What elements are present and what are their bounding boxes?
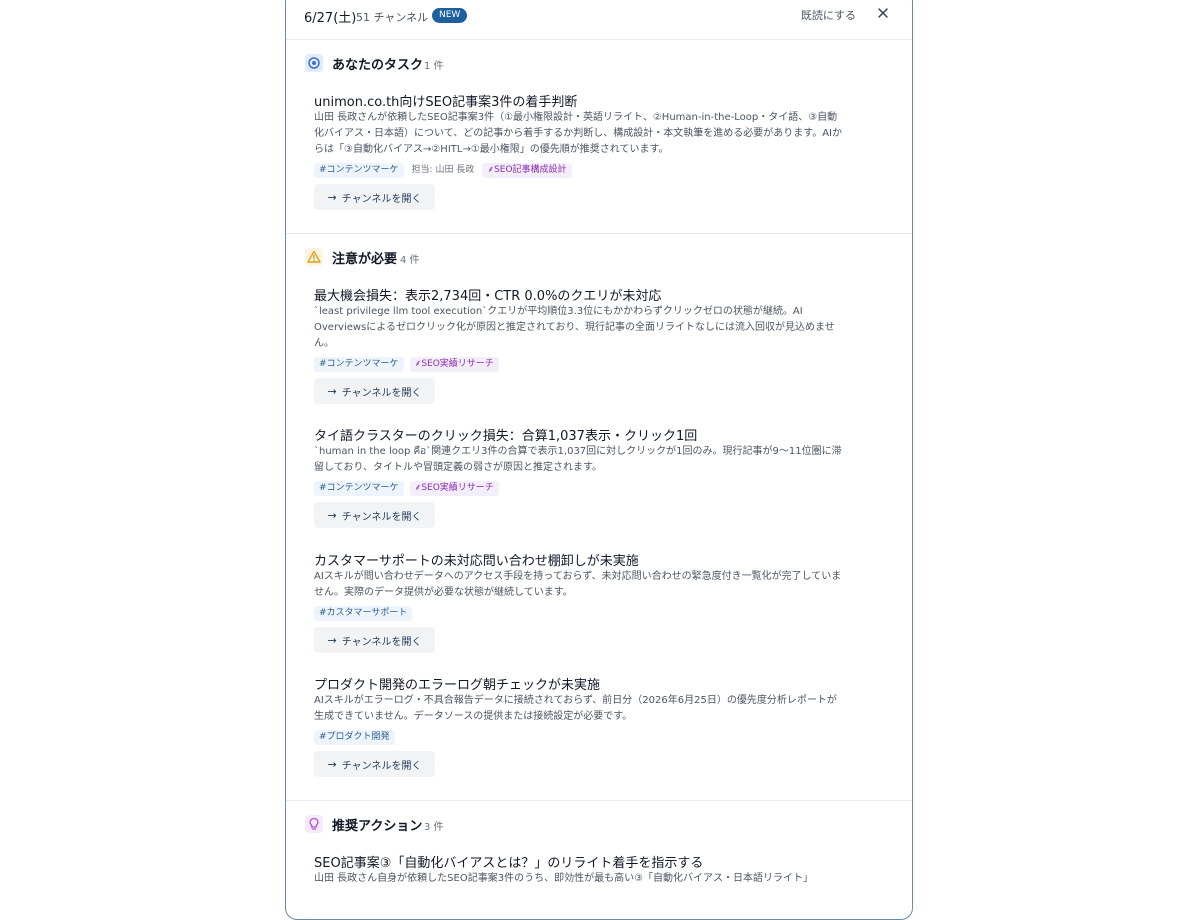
action-item: SEO記事案③「自動化バイアスとは？」のリライト着手を指示する 山田 長政さん自…	[314, 852, 844, 919]
section-count: 3 件	[424, 822, 444, 833]
item-description: 山田 長政さん自身が依頼したSEO記事案3件のうち、即効性が最も高い③「自動化バ…	[314, 873, 814, 884]
item-title: unimon.co.th向けSEO記事案3件の着手判断	[314, 95, 578, 110]
alert-item: タイ語クラスターのクリック損失：合算1,037表示・クリック1回 `human …	[314, 425, 844, 535]
skill-tag[interactable]: ⸙SEO記事構成設計	[482, 162, 572, 178]
item-description: 山田 長政さんが依頼したSEO記事案3件（①最小権限設計・英語リライト、②Hum…	[314, 112, 842, 155]
item-title: タイ語クラスターのクリック損失：合算1,037表示・クリック1回	[314, 429, 698, 444]
alert-item: カスタマーサポートの未対応問い合わせ棚卸しが未実施 AIスキルが問い合わせデータ…	[314, 550, 844, 660]
item-tags: #コンテンツマーケ ⸙SEO実績リサーチ	[314, 480, 499, 496]
notification-panel: 6/27(土) 51 チャンネル NEW 既読にする あなたのタスク 1 件 u…	[285, 0, 913, 920]
alert-item: 最大機会損失：表示2,734回・CTR 0.0%のクエリが未対応 `least …	[314, 285, 844, 405]
skill-tag[interactable]: ⸙SEO実績リサーチ	[409, 356, 499, 372]
item-description: `human in the loop คือ`関連クエリ3件の合算で表示1,03…	[314, 446, 842, 473]
item-description: `least privilege llm tool execution`クエリが…	[314, 306, 835, 349]
arrow-right-icon: →	[327, 757, 337, 771]
panel-header: 6/27(土) 51 チャンネル NEW 既読にする	[286, 1, 912, 40]
mark-read-button[interactable]: 既読にする	[801, 7, 856, 23]
channel-tag[interactable]: #コンテンツマーケ	[314, 162, 404, 178]
item-title: カスタマーサポートの未対応問い合わせ棚卸しが未実施	[314, 554, 639, 569]
section-your-tasks: あなたのタスク 1 件 unimon.co.th向けSEO記事案3件の着手判断 …	[286, 39, 912, 234]
open-channel-button[interactable]: → チャンネルを開く	[314, 627, 435, 653]
channel-tag[interactable]: #コンテンツマーケ	[314, 356, 404, 372]
warning-icon	[305, 248, 323, 266]
skill-tag[interactable]: ⸙SEO実績リサーチ	[409, 480, 499, 496]
arrow-right-icon: →	[327, 190, 337, 204]
channel-tag[interactable]: #コンテンツマーケ	[314, 480, 404, 496]
task-item: unimon.co.th向けSEO記事案3件の着手判断 山田 長政さんが依頼した…	[314, 91, 844, 221]
item-tags: #プロダクト開発	[314, 729, 395, 745]
section-count: 4 件	[400, 255, 420, 266]
open-channel-button[interactable]: → チャンネルを開く	[314, 502, 435, 528]
open-channel-button[interactable]: → チャンネルを開く	[314, 184, 435, 210]
new-badge: NEW	[432, 8, 468, 23]
section-count: 1 件	[424, 61, 444, 72]
item-title: 最大機会損失：表示2,734回・CTR 0.0%のクエリが未対応	[314, 289, 662, 304]
open-channel-button[interactable]: → チャンネルを開く	[314, 751, 435, 777]
lightbulb-icon	[305, 815, 323, 833]
item-tags: #カスタマーサポート	[314, 605, 413, 621]
assignee-label: 担当: 山田 長政	[411, 164, 475, 175]
channel-tag[interactable]: #カスタマーサポート	[314, 605, 413, 621]
alert-item: プロダクト開発のエラーログ朝チェックが未実施 AIスキルがエラーログ・不具合報告…	[314, 674, 844, 784]
item-title: プロダクト開発のエラーログ朝チェックが未実施	[314, 678, 601, 693]
arrow-right-icon: →	[327, 384, 337, 398]
section-title: 推奨アクション	[332, 819, 423, 834]
channel-count: 51 チャンネル	[356, 11, 429, 24]
arrow-right-icon: →	[327, 633, 337, 647]
item-tags: #コンテンツマーケ 担当: 山田 長政 ⸙SEO記事構成設計	[314, 162, 572, 178]
item-description: AIスキルが問い合わせデータへのアクセス手段を持っておらず、未対応問い合わせの緊…	[314, 571, 842, 598]
target-icon	[305, 54, 323, 72]
item-description: AIスキルがエラーログ・不具合報告データに接続されておらず、前日分（2026年6…	[314, 695, 837, 722]
item-tags: #コンテンツマーケ ⸙SEO実績リサーチ	[314, 356, 499, 372]
section-attention: 注意が必要 4 件 最大機会損失：表示2,734回・CTR 0.0%のクエリが未…	[286, 233, 912, 801]
arrow-right-icon: →	[327, 508, 337, 522]
section-recommended-actions: 推奨アクション 3 件 SEO記事案③「自動化バイアスとは？」のリライト着手を指…	[286, 800, 912, 919]
header-date: 6/27(土)	[304, 11, 357, 26]
section-title: 注意が必要	[332, 252, 398, 267]
item-title: SEO記事案③「自動化バイアスとは？」のリライト着手を指示する	[314, 856, 704, 871]
channel-tag[interactable]: #プロダクト開発	[314, 729, 395, 745]
section-title: あなたのタスク	[332, 58, 424, 73]
open-channel-button[interactable]: → チャンネルを開く	[314, 378, 435, 404]
close-icon[interactable]	[876, 6, 890, 20]
